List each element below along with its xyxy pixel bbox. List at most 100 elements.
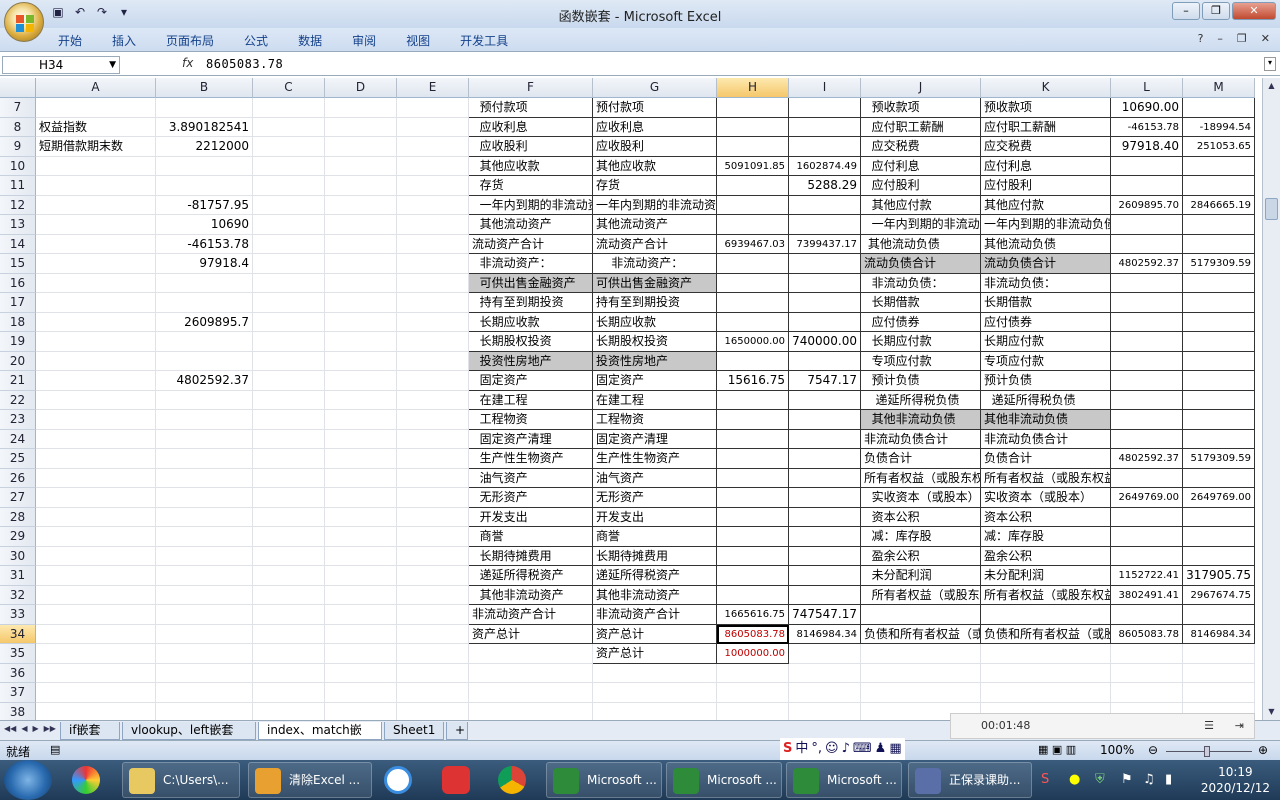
grid-cell[interactable] bbox=[593, 702, 717, 720]
grid-cell[interactable] bbox=[253, 585, 325, 605]
grid-cell[interactable] bbox=[156, 176, 253, 196]
cell-f9[interactable]: 应收股利 bbox=[469, 137, 593, 157]
worksheet-grid[interactable]: A B C D E F G H I J K L M 7 8 9 10 11 12 13 14 15 16 17 18 19 20 21… bbox=[0, 78, 1262, 720]
ribbon-restore-icon[interactable]: ❐ bbox=[1237, 32, 1247, 45]
cell-m20[interactable] bbox=[1183, 351, 1255, 371]
baidu-netdisk-icon[interactable] bbox=[378, 764, 418, 796]
scroll-thumb[interactable] bbox=[1265, 198, 1278, 220]
taskbar-item[interactable]: 清除Excel ... bbox=[248, 762, 372, 798]
punctuation-icon[interactable]: °, bbox=[811, 738, 822, 760]
cell-k13[interactable]: 一年内到期的非流动负债 bbox=[981, 215, 1111, 235]
cell-m14[interactable] bbox=[1183, 234, 1255, 254]
last-sheet-icon[interactable]: ▶▶ bbox=[44, 724, 56, 733]
ribbon-tab[interactable]: 视图 bbox=[406, 32, 430, 49]
cell-h7[interactable] bbox=[717, 98, 789, 118]
start-button[interactable] bbox=[4, 760, 52, 800]
cell-j21[interactable]: 预计负债 bbox=[861, 371, 981, 391]
grid-cell[interactable] bbox=[36, 527, 156, 547]
grid-cell[interactable] bbox=[789, 644, 861, 664]
grid-cell[interactable] bbox=[253, 644, 325, 664]
cell-m8[interactable]: -18994.54 bbox=[1183, 117, 1255, 137]
grid-cell[interactable] bbox=[36, 371, 156, 391]
grid-cell[interactable] bbox=[325, 410, 397, 430]
cell-f18[interactable]: 长期应收款 bbox=[469, 312, 593, 332]
grid-cell[interactable] bbox=[325, 566, 397, 586]
cell-m27[interactable]: 2649769.00 bbox=[1183, 488, 1255, 508]
grid-cell[interactable] bbox=[253, 176, 325, 196]
grid-cell[interactable] bbox=[36, 156, 156, 176]
grid-cell[interactable] bbox=[36, 663, 156, 683]
taskbar-item[interactable]: 正保录课助... bbox=[908, 762, 1032, 798]
cell-i28[interactable] bbox=[789, 507, 861, 527]
cell-k9[interactable]: 应交税费 bbox=[981, 137, 1111, 157]
cell-j22[interactable]: 递延所得税负债 bbox=[861, 390, 981, 410]
cell-i21[interactable]: 7547.17 bbox=[789, 371, 861, 391]
cell-j14[interactable]: 其他流动负债 bbox=[861, 234, 981, 254]
grid-cell[interactable] bbox=[36, 234, 156, 254]
sogou-icon[interactable]: S bbox=[783, 738, 792, 760]
grid-cell[interactable] bbox=[397, 156, 469, 176]
grid-cell[interactable] bbox=[156, 663, 253, 683]
grid-cell[interactable] bbox=[253, 410, 325, 430]
cell-g13[interactable]: 其他流动资产 bbox=[593, 215, 717, 235]
grid-cell[interactable] bbox=[397, 566, 469, 586]
row-header[interactable]: 14 bbox=[0, 234, 36, 254]
cell-l11[interactable] bbox=[1111, 176, 1183, 196]
cell-j31[interactable]: 未分配利润 bbox=[861, 566, 981, 586]
sheet-tab[interactable]: Sheet1 bbox=[384, 722, 444, 740]
cell-l16[interactable] bbox=[1111, 273, 1183, 293]
grid-cell[interactable] bbox=[156, 410, 253, 430]
grid-cell[interactable] bbox=[156, 683, 253, 703]
cell-g34[interactable]: 资产总计 bbox=[593, 624, 717, 644]
cell-f29[interactable]: 商誉 bbox=[469, 527, 593, 547]
grid-cell[interactable] bbox=[253, 683, 325, 703]
grid-cell[interactable] bbox=[469, 702, 593, 720]
grid-cell[interactable] bbox=[397, 527, 469, 547]
network-icon[interactable]: ▮ bbox=[1165, 772, 1172, 787]
row-header[interactable]: 34 bbox=[0, 624, 36, 644]
grid-cell[interactable] bbox=[325, 117, 397, 137]
grid-cell[interactable] bbox=[253, 312, 325, 332]
cell-g10[interactable]: 其他应收款 bbox=[593, 156, 717, 176]
cell-h29[interactable] bbox=[717, 527, 789, 547]
cell-b13[interactable]: 10690 bbox=[156, 215, 253, 235]
cell-j26[interactable]: 所有者权益（或股东权益）： bbox=[861, 468, 981, 488]
cell-i14[interactable]: 7399437.17 bbox=[789, 234, 861, 254]
cell-f28[interactable]: 开发支出 bbox=[469, 507, 593, 527]
cell-l23[interactable] bbox=[1111, 410, 1183, 430]
cell-l18[interactable] bbox=[1111, 312, 1183, 332]
grid-cell[interactable] bbox=[397, 234, 469, 254]
cell-m15[interactable]: 5179309.59 bbox=[1183, 254, 1255, 274]
cell-g18[interactable]: 长期应收款 bbox=[593, 312, 717, 332]
cell-f23[interactable]: 工程物资 bbox=[469, 410, 593, 430]
grid-cell[interactable] bbox=[253, 332, 325, 352]
cell-j10[interactable]: 应付利息 bbox=[861, 156, 981, 176]
column-header-a[interactable]: A bbox=[36, 78, 156, 98]
grid-cell[interactable] bbox=[397, 683, 469, 703]
cell-h15[interactable] bbox=[717, 254, 789, 274]
grid-cell[interactable] bbox=[861, 663, 981, 683]
menu-icon[interactable]: ☰ bbox=[1204, 714, 1214, 738]
cell-i30[interactable] bbox=[789, 546, 861, 566]
grid-cell[interactable] bbox=[325, 429, 397, 449]
grid-cell[interactable] bbox=[253, 546, 325, 566]
cell-b18[interactable]: 2609895.7 bbox=[156, 312, 253, 332]
grid-cell[interactable] bbox=[325, 702, 397, 720]
cell-j23[interactable]: 其他非流动负债 bbox=[861, 410, 981, 430]
grid-cell[interactable] bbox=[156, 156, 253, 176]
grid-cell[interactable] bbox=[36, 546, 156, 566]
grid-cell[interactable] bbox=[469, 683, 593, 703]
ribbon-tab[interactable]: 开始 bbox=[58, 32, 82, 49]
grid-cell[interactable] bbox=[36, 702, 156, 720]
insert-function-icon[interactable]: fx bbox=[182, 56, 193, 70]
grid-cell[interactable] bbox=[36, 624, 156, 644]
cell-l34[interactable]: 8605083.78 bbox=[1111, 624, 1183, 644]
grid-cell[interactable] bbox=[36, 176, 156, 196]
cell-j27[interactable]: 实收资本（或股本） bbox=[861, 488, 981, 508]
cell-h32[interactable] bbox=[717, 585, 789, 605]
cell-m29[interactable] bbox=[1183, 527, 1255, 547]
cell-f22[interactable]: 在建工程 bbox=[469, 390, 593, 410]
grid-cell[interactable] bbox=[397, 644, 469, 664]
cell-h10[interactable]: 5091091.85 bbox=[717, 156, 789, 176]
cell-l14[interactable] bbox=[1111, 234, 1183, 254]
